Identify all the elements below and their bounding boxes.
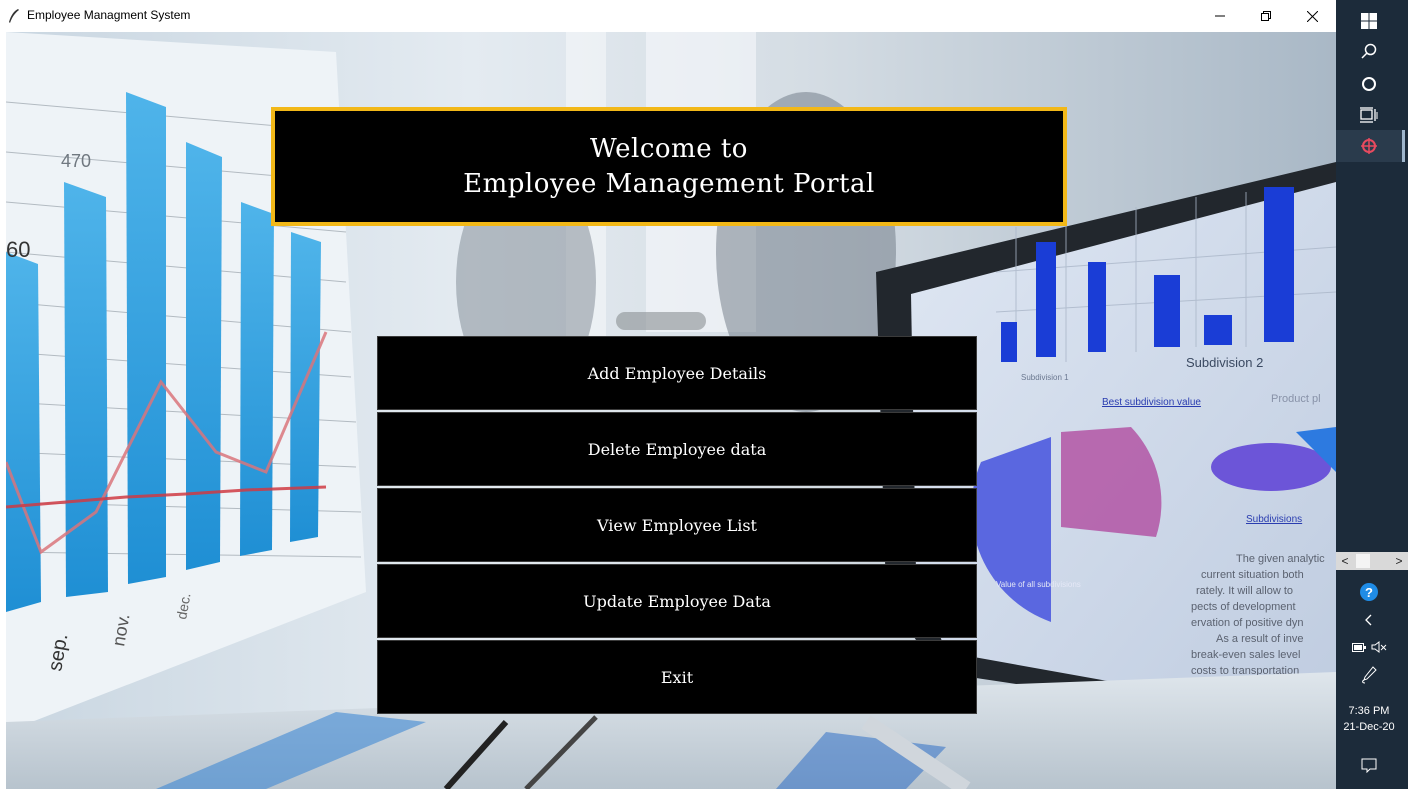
close-button[interactable] [1289,0,1335,32]
svg-text:Value of all subdivisions: Value of all subdivisions [996,580,1081,589]
battery-icon [1351,642,1366,652]
task-view-icon [1360,107,1378,123]
window-title-bar: Employee Managment System [0,0,1336,32]
restore-button[interactable] [1243,0,1289,32]
running-app-button[interactable] [1336,130,1402,162]
taskbar-scroll-strip: < > [1336,552,1408,570]
minimize-icon [1215,15,1225,17]
svg-text:Subdivisions: Subdivisions [1246,514,1302,525]
clock[interactable]: 7:36 PM 21-Dec-20 [1336,702,1402,736]
volume-muted-icon [1371,641,1386,653]
svg-text:Product pl: Product pl [1271,393,1321,405]
scroll-left-button[interactable]: < [1336,552,1354,570]
main-menu: Add Employee Details Delete Employee dat… [377,336,977,714]
clock-time: 7:36 PM [1348,705,1390,717]
scroll-right-button[interactable]: > [1390,552,1408,570]
view-employee-list-button[interactable]: View Employee List [377,488,977,562]
svg-text:The given analytic: The given analytic [1236,553,1325,565]
svg-text:470: 470 [61,151,91,171]
pen-icon [1362,666,1377,684]
update-employee-button[interactable]: Update Employee Data [377,564,977,638]
notification-icon [1361,758,1377,773]
pen-workspace-button[interactable] [1336,664,1402,686]
minimize-button[interactable] [1197,0,1243,32]
restore-icon [1261,11,1271,21]
svg-text:Best subdivision value: Best subdivision value [1102,397,1201,408]
add-employee-button[interactable]: Add Employee Details [377,336,977,410]
clock-date: 21-Dec-20 [1343,721,1395,733]
task-view-button[interactable] [1336,104,1402,126]
svg-text:Subdivision 2: Subdivision 2 [1186,355,1263,370]
app-canvas: 470 60 sep. nov. dec. Subdivision 2 Subd… [6,32,1336,789]
show-hidden-icons-button[interactable] [1336,610,1402,630]
start-button[interactable] [1336,10,1402,32]
feather-icon [9,9,19,23]
cortana-button[interactable] [1336,73,1402,95]
chevron-left-icon [1365,614,1372,626]
help-button[interactable]: ? [1336,580,1402,604]
search-button[interactable] [1336,40,1402,62]
help-icon: ? [1360,583,1378,601]
search-icon [1361,43,1377,59]
svg-text:break-even sales level: break-even sales level [1191,649,1300,661]
svg-text:?: ? [1365,585,1373,600]
notification-button[interactable] [1336,754,1402,776]
exit-button[interactable]: Exit [377,640,977,714]
scroll-thumb[interactable] [1356,554,1370,568]
welcome-line: Welcome to [590,133,748,164]
welcome-banner: Welcome to Employee Management Portal [271,107,1067,226]
svg-text:60: 60 [6,237,30,262]
windows-start-icon [1361,13,1377,29]
portal-title: Employee Management Portal [463,168,875,199]
svg-text:Subdivision 1: Subdivision 1 [1021,373,1069,382]
system-status-area[interactable] [1336,637,1402,657]
taskbar: ? 7:36 PM 21-Dec-20 [1336,0,1408,789]
active-app-indicator [1402,130,1405,162]
close-icon [1306,10,1318,22]
svg-text:current situation both: current situation both [1201,569,1304,581]
window-title: Employee Managment System [27,8,191,22]
svg-text:ervation of positive dyn: ervation of positive dyn [1191,617,1304,629]
delete-employee-button[interactable]: Delete Employee data [377,412,977,486]
svg-text:pects of development: pects of development [1191,601,1296,613]
app-running-icon [1361,138,1377,154]
svg-text:rately. It will allow to: rately. It will allow to [1196,585,1293,597]
svg-text:As a result of inve: As a result of inve [1216,633,1303,645]
cortana-icon [1362,77,1376,91]
